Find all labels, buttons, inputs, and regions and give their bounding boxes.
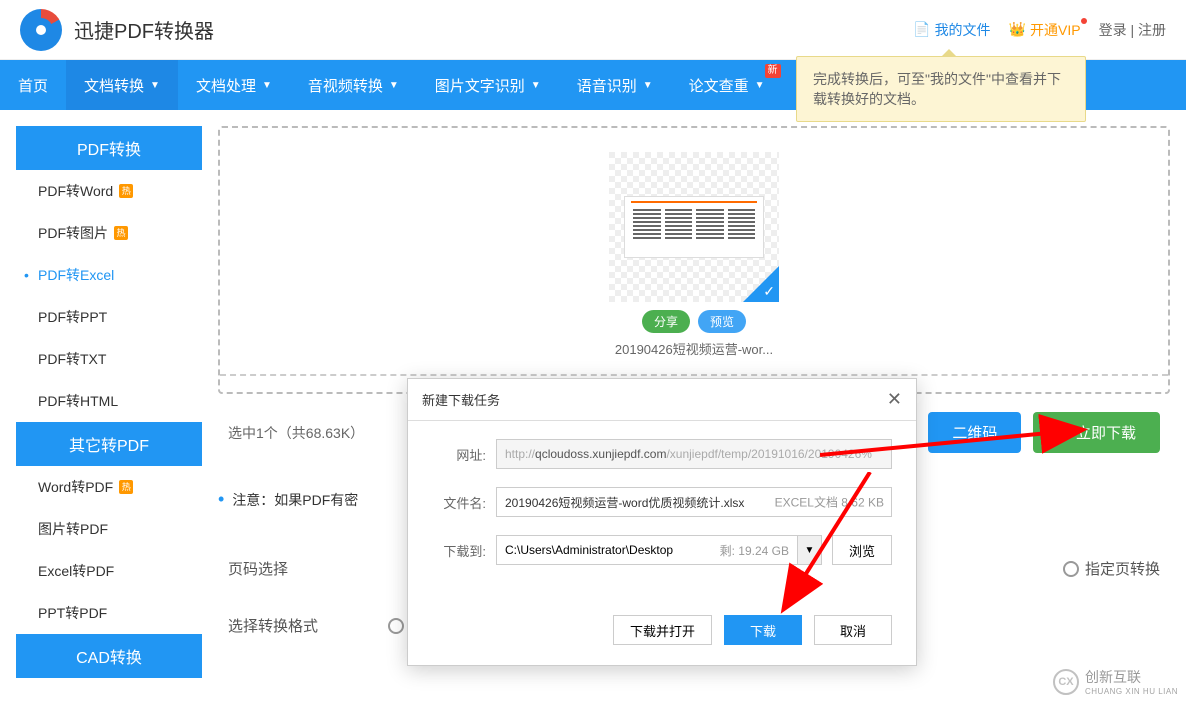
download-and-open-button[interactable]: 下载并打开 xyxy=(613,615,712,645)
cancel-button[interactable]: 取消 xyxy=(814,615,892,645)
chevron-down-icon: ▼ xyxy=(262,80,272,91)
nav-item-1[interactable]: 文档转换▼ xyxy=(66,60,178,110)
nav-item-6[interactable]: 论文查重▼新 xyxy=(671,60,783,110)
download-now-button[interactable]: ⬇ 立即下载 xyxy=(1033,412,1160,453)
hot-badge-icon: 热 xyxy=(119,184,133,198)
watermark-brand: 创新互联 xyxy=(1085,667,1178,687)
chevron-down-icon: ▼ xyxy=(150,80,160,91)
app-title: 迅捷PDF转换器 xyxy=(74,15,214,44)
app-logo xyxy=(20,9,62,51)
download-label: 立即下载 xyxy=(1076,422,1136,443)
filename-label: 文件名: xyxy=(432,493,486,512)
nav-item-0[interactable]: 首页 xyxy=(0,60,66,110)
my-files-link[interactable]: 📄 我的文件 xyxy=(913,20,990,40)
download-dialog: 新建下载任务 ✕ 网址: http://qcloudoss.xunjiepdf.… xyxy=(407,378,917,666)
sidebar: PDF转换PDF转Word热PDF转图片热PDF转ExcelPDF转PPTPDF… xyxy=(16,126,202,678)
vip-label: 开通VIP xyxy=(1030,20,1081,40)
page-select-label: 页码选择 xyxy=(228,558,348,579)
browse-button[interactable]: 浏览 xyxy=(832,535,892,565)
sidebar-item[interactable]: PDF转Excel xyxy=(16,254,202,296)
hint-tooltip: 完成转换后，可至"我的文件"中查看并下载转换好的文档。 xyxy=(796,56,1086,122)
sidebar-item[interactable]: PDF转HTML xyxy=(16,380,202,422)
hot-badge-icon: 热 xyxy=(119,480,133,494)
qrcode-button[interactable]: 二维码 xyxy=(928,412,1021,453)
path-dropdown[interactable]: ▼ xyxy=(798,535,822,565)
watermark-icon: CX xyxy=(1053,669,1079,695)
watermark-sub: CHUANG XIN HU LIAN xyxy=(1085,687,1178,696)
sidebar-item[interactable]: Excel转PDF xyxy=(16,550,202,592)
url-label: 网址: xyxy=(432,445,486,464)
chevron-down-icon: ▼ xyxy=(755,80,765,91)
sidebar-item[interactable]: PDF转PPT xyxy=(16,296,202,338)
sidebar-section-1[interactable]: 其它转PDF xyxy=(16,422,202,466)
sidebar-item[interactable]: PPT转PDF xyxy=(16,592,202,634)
dialog-title-text: 新建下载任务 xyxy=(422,390,500,409)
sidebar-item[interactable]: PDF转Word热 xyxy=(16,170,202,212)
selected-check-icon xyxy=(743,266,779,302)
specify-pages-label: 指定页转换 xyxy=(1085,558,1160,579)
sidebar-item[interactable]: PDF转图片热 xyxy=(16,212,202,254)
selection-info: 选中1个（共68.63K） xyxy=(228,423,364,443)
nav-item-5[interactable]: 语音识别▼ xyxy=(559,60,671,110)
hot-badge-icon: 热 xyxy=(114,226,128,240)
url-input: http://qcloudoss.xunjiepdf.com/xunjiepdf… xyxy=(496,439,892,469)
app-header: 迅捷PDF转换器 📄 我的文件 👑 开通VIP 登录 | 注册 xyxy=(0,0,1186,60)
file-drop-area[interactable]: 分享 预览 20190426短视频运营-wor... xyxy=(218,126,1170,394)
disk-free: 剩: 19.24 GB xyxy=(720,542,789,559)
nav-item-2[interactable]: 文档处理▼ xyxy=(178,60,290,110)
sidebar-section-0[interactable]: PDF转换 xyxy=(16,126,202,170)
saveto-path: C:\Users\Administrator\Desktop 剩: 19.24 … xyxy=(496,535,798,565)
notification-dot-icon xyxy=(1081,18,1087,24)
file-thumbnail[interactable]: 分享 预览 20190426短视频运营-wor... xyxy=(609,152,779,358)
nav-item-4[interactable]: 图片文字识别▼ xyxy=(417,60,559,110)
download-button[interactable]: 下载 xyxy=(724,615,802,645)
format-label: 选择转换格式 xyxy=(228,615,348,636)
specify-pages-radio[interactable]: 指定页转换 xyxy=(1063,558,1160,579)
nav-item-3[interactable]: 音视频转换▼ xyxy=(290,60,417,110)
chevron-down-icon: ▼ xyxy=(643,80,653,91)
saveto-label: 下载到: xyxy=(432,541,486,560)
new-badge: 新 xyxy=(765,64,781,78)
chevron-down-icon: ▼ xyxy=(389,80,399,91)
chevron-down-icon: ▼ xyxy=(531,80,541,91)
sidebar-section-2[interactable]: CAD转换 xyxy=(16,634,202,678)
crown-icon: 👑 xyxy=(1009,21,1026,38)
my-files-label: 我的文件 xyxy=(935,20,991,40)
sidebar-item[interactable]: Word转PDF热 xyxy=(16,466,202,508)
sidebar-item[interactable]: PDF转TXT xyxy=(16,338,202,380)
file-meta: EXCEL文档 8.62 KB xyxy=(775,494,884,511)
sidebar-item[interactable]: 图片转PDF xyxy=(16,508,202,550)
download-icon: ⬇ xyxy=(1057,424,1070,442)
file-icon: 📄 xyxy=(913,21,930,38)
close-icon[interactable]: ✕ xyxy=(887,389,902,410)
preview-button[interactable]: 预览 xyxy=(698,310,746,333)
dialog-titlebar: 新建下载任务 ✕ xyxy=(408,379,916,421)
share-button[interactable]: 分享 xyxy=(642,310,690,333)
vip-link[interactable]: 👑 开通VIP xyxy=(1009,20,1081,40)
file-name: 20190426短视频运营-wor... xyxy=(609,339,779,358)
auth-links[interactable]: 登录 | 注册 xyxy=(1099,20,1166,40)
watermark: CX 创新互联 CHUANG XIN HU LIAN xyxy=(1053,667,1178,696)
qrcode-label: 二维码 xyxy=(952,422,997,443)
